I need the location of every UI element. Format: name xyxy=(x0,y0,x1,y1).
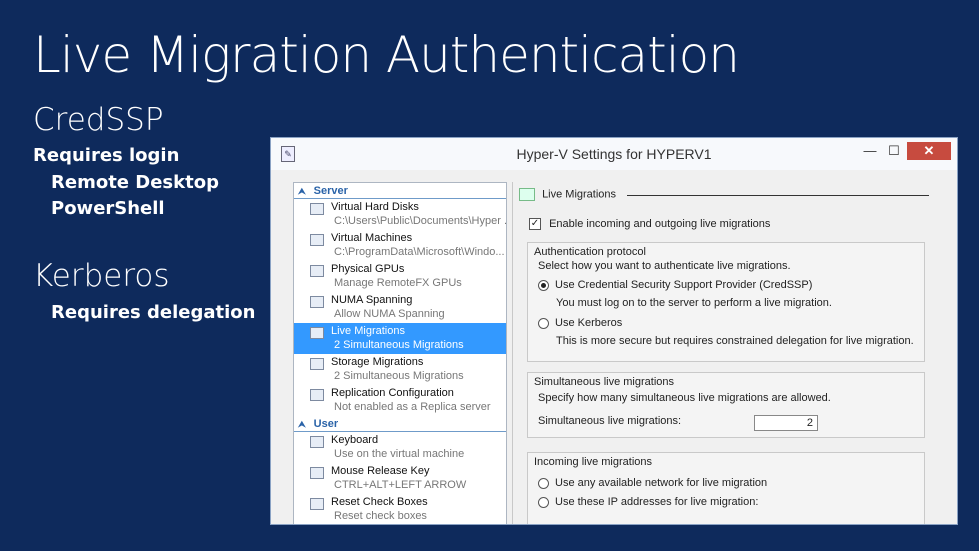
enable-live-migrations-row[interactable]: ✓ Enable incoming and outgoing live migr… xyxy=(529,218,771,231)
virtual-machines-icon xyxy=(310,234,324,246)
replication-icon xyxy=(310,389,324,401)
chevron-up-icon: ⮝ xyxy=(298,418,306,429)
credssp-item-remote-desktop: Remote Desktop xyxy=(51,172,219,193)
nav-item-label: NUMA Spanning xyxy=(331,294,413,306)
nav-item-label: Reset Check Boxes xyxy=(331,496,428,508)
nav-item-sub: Not enabled as a Replica server xyxy=(334,401,491,413)
nav-section-server[interactable]: ⮝ Server xyxy=(294,184,506,199)
simul-field-label: Simultaneous live migrations: xyxy=(538,415,682,427)
hyperv-settings-window: ✎ Hyper-V Settings for HYPERV1 — ☐ ✕ ⮝ S… xyxy=(270,137,958,525)
nav-item-label: Physical GPUs xyxy=(331,263,405,275)
slide-title: Live Migration Authentication xyxy=(33,26,740,84)
maximize-button[interactable]: ☐ xyxy=(883,142,905,160)
nav-item-replication-configuration[interactable]: Replication Configuration Not enabled as… xyxy=(294,385,506,416)
nav-item-sub: 2 Simultaneous Migrations xyxy=(334,339,464,351)
simultaneous-migrations-group: Simultaneous live migrations Specify how… xyxy=(527,372,925,438)
kerberos-radio-label: Use Kerberos xyxy=(555,317,623,329)
any-network-radio[interactable] xyxy=(538,477,549,489)
nav-item-label: Replication Configuration xyxy=(331,387,454,399)
kerberos-description: This is more secure but requires constra… xyxy=(556,335,914,347)
nav-item-storage-migrations[interactable]: Storage Migrations 2 Simultaneous Migrat… xyxy=(294,354,506,385)
nav-item-live-migrations[interactable]: Live Migrations 2 Simultaneous Migration… xyxy=(294,323,506,354)
nav-item-sub: CTRL+ALT+LEFT ARROW xyxy=(334,479,467,491)
settings-nav: ⮝ Server Virtual Hard Disks C:\Users\Pub… xyxy=(293,182,507,524)
credssp-sub: Requires login xyxy=(33,145,180,166)
nav-item-label: Mouse Release Key xyxy=(331,465,430,477)
kerberos-radio[interactable] xyxy=(538,317,549,329)
auth-protocol-group: Authentication protocol Select how you w… xyxy=(527,242,925,362)
nav-item-sub: C:\ProgramData\Microsoft\Windo... xyxy=(334,246,505,258)
reset-check-icon xyxy=(310,498,324,510)
simultaneous-migrations-input[interactable]: 2 xyxy=(754,415,818,431)
credssp-description: You must log on to the server to perform… xyxy=(556,297,832,309)
any-network-radio-row[interactable]: Use any available network for live migra… xyxy=(538,477,767,489)
storage-migrations-icon xyxy=(310,358,324,370)
credssp-item-powershell: PowerShell xyxy=(51,198,165,219)
heading-divider xyxy=(627,195,929,196)
kerberos-sub: Requires delegation xyxy=(51,302,256,323)
panel-heading: Live Migrations xyxy=(519,188,616,201)
credssp-radio-label: Use Credential Security Support Provider… xyxy=(555,279,813,291)
nav-item-sub: Allow NUMA Spanning xyxy=(334,308,445,320)
kerberos-radio-row[interactable]: Use Kerberos xyxy=(538,317,622,329)
nav-item-label: Keyboard xyxy=(331,434,379,446)
enable-live-migrations-label: Enable incoming and outgoing live migrat… xyxy=(549,218,771,230)
nav-item-sub: Reset check boxes xyxy=(334,510,427,522)
auth-group-title: Authentication protocol xyxy=(534,246,646,258)
virtual-hard-disks-icon xyxy=(310,203,324,215)
nav-item-virtual-machines[interactable]: Virtual Machines C:\ProgramData\Microsof… xyxy=(294,230,506,261)
credssp-heading: CredSSP xyxy=(33,102,164,138)
nav-section-server-label: Server xyxy=(313,185,348,197)
live-migrations-icon xyxy=(519,188,535,201)
enable-live-migrations-checkbox[interactable]: ✓ xyxy=(529,218,541,231)
nav-item-reset-check-boxes[interactable]: Reset Check Boxes Reset check boxes xyxy=(294,494,506,524)
mouse-icon xyxy=(310,467,324,479)
minimize-button[interactable]: — xyxy=(859,142,881,160)
keyboard-icon xyxy=(310,436,324,448)
window-content: ⮝ Server Virtual Hard Disks C:\Users\Pub… xyxy=(271,170,957,524)
these-ips-label: Use these IP addresses for live migratio… xyxy=(555,496,759,508)
nav-item-mouse-release-key[interactable]: Mouse Release Key CTRL+ALT+LEFT ARROW xyxy=(294,463,506,494)
nav-section-user[interactable]: ⮝ User xyxy=(294,417,506,432)
incoming-group-title: Incoming live migrations xyxy=(534,456,652,468)
these-ips-radio[interactable] xyxy=(538,496,549,508)
credssp-radio-row[interactable]: Use Credential Security Support Provider… xyxy=(538,279,812,291)
kerberos-heading: Kerberos xyxy=(33,258,170,294)
nav-item-virtual-hard-disks[interactable]: Virtual Hard Disks C:\Users\Public\Docum… xyxy=(294,199,506,230)
nav-item-numa-spanning[interactable]: NUMA Spanning Allow NUMA Spanning xyxy=(294,292,506,323)
auth-prompt: Select how you want to authenticate live… xyxy=(538,260,791,272)
nav-item-sub: C:\Users\Public\Documents\Hyper ... xyxy=(334,215,507,227)
simul-prompt: Specify how many simultaneous live migra… xyxy=(538,392,831,404)
nav-item-label: Live Migrations xyxy=(331,325,405,337)
window-title: Hyper-V Settings for HYPERV1 xyxy=(516,146,712,162)
nav-section-user-label: User xyxy=(313,418,339,430)
simul-group-title: Simultaneous live migrations xyxy=(534,376,675,388)
physical-gpus-icon xyxy=(310,265,324,277)
nav-item-sub: Use on the virtual machine xyxy=(334,448,465,460)
live-migrations-icon xyxy=(310,327,324,339)
nav-item-keyboard[interactable]: Keyboard Use on the virtual machine xyxy=(294,432,506,463)
nav-item-physical-gpus[interactable]: Physical GPUs Manage RemoteFX GPUs xyxy=(294,261,506,292)
any-network-label: Use any available network for live migra… xyxy=(555,477,768,489)
credssp-radio[interactable] xyxy=(538,279,549,291)
nav-item-sub: Manage RemoteFX GPUs xyxy=(334,277,462,289)
window-titlebar[interactable]: ✎ Hyper-V Settings for HYPERV1 — ☐ ✕ xyxy=(271,138,957,170)
nav-item-label: Storage Migrations xyxy=(331,356,424,368)
nav-item-label: Virtual Hard Disks xyxy=(331,201,419,213)
live-migrations-panel: Live Migrations ✓ Enable incoming and ou… xyxy=(512,182,937,524)
nav-item-sub: 2 Simultaneous Migrations xyxy=(334,370,464,382)
chevron-up-icon: ⮝ xyxy=(298,185,306,196)
panel-heading-label: Live Migrations xyxy=(542,188,617,201)
close-button[interactable]: ✕ xyxy=(907,142,951,160)
these-ips-radio-row[interactable]: Use these IP addresses for live migratio… xyxy=(538,496,758,508)
numa-spanning-icon xyxy=(310,296,324,308)
nav-item-label: Virtual Machines xyxy=(331,232,413,244)
incoming-migrations-group: Incoming live migrations Use any availab… xyxy=(527,452,925,524)
